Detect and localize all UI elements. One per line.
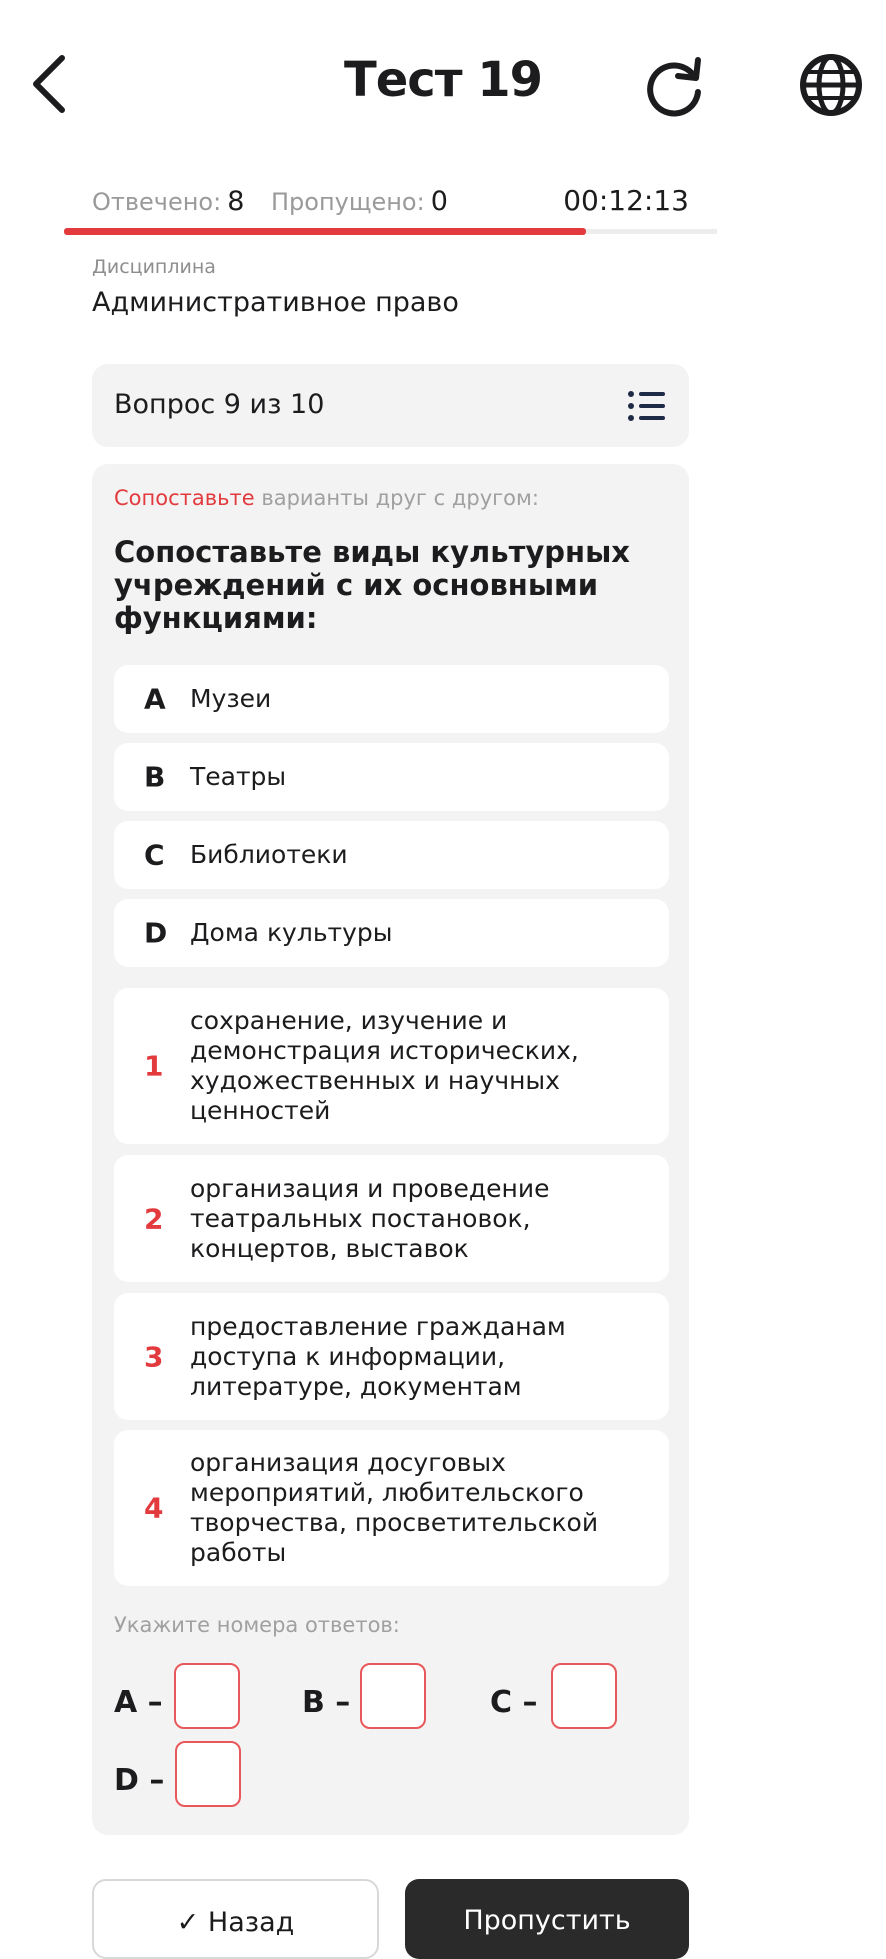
skip-button[interactable]: Пропустить	[405, 1879, 689, 1959]
item-key: B	[144, 760, 166, 794]
input-label: C –	[490, 1685, 538, 1720]
item-text: Музеи	[190, 684, 272, 713]
answer-number: 2	[144, 1202, 164, 1235]
answer-input-c: C –	[490, 1663, 617, 1729]
answered-stat: Отвечено: 8	[92, 186, 244, 217]
item-text: Театры	[190, 762, 287, 791]
skipped-label: Пропущено:	[271, 188, 425, 216]
answer-text: предоставление гражданам доступа к инфор…	[190, 1311, 566, 1401]
instruction-rest: варианты друг с другом:	[254, 486, 539, 510]
instruction: Сопоставьте варианты друг с другом:	[114, 486, 539, 510]
back-nav-button[interactable]: ✓ Назад	[92, 1879, 379, 1959]
item-text: Дома культуры	[190, 918, 393, 947]
question-list-button[interactable]	[627, 390, 667, 422]
answer-input-a: A –	[114, 1663, 240, 1729]
progress-fill	[64, 228, 586, 235]
skipped-count: 0	[430, 186, 448, 217]
answer-text: организация досуговых мероприятий, любит…	[190, 1448, 599, 1567]
answer-input-b: B –	[302, 1663, 426, 1729]
answered-label: Отвечено:	[92, 188, 222, 216]
back-nav-content: ✓ Назад	[94, 1907, 377, 1938]
check-icon: ✓	[176, 1907, 208, 1938]
input-label: B –	[302, 1685, 351, 1720]
item-d: D Дома культуры	[114, 899, 669, 967]
discipline-label: Дисциплина	[92, 256, 216, 278]
item-key: D	[144, 916, 168, 950]
question-counter: Вопрос 9 из 10	[114, 389, 325, 420]
answer-box-b[interactable]	[360, 1663, 426, 1729]
question-text: Сопоставьте виды культурных учреждений с…	[114, 535, 631, 635]
question-counter-card: Вопрос 9 из 10	[92, 364, 689, 447]
answer-box-c[interactable]	[551, 1663, 617, 1729]
input-label: A –	[114, 1685, 163, 1720]
answer-number: 1	[144, 1049, 164, 1083]
answer-input-d: D –	[114, 1741, 241, 1807]
answer-number: 3	[144, 1340, 164, 1373]
answer-text: сохранение, изучение и демонстрация исто…	[190, 1006, 579, 1125]
skipped-stat: Пропущено: 0	[271, 186, 448, 217]
answer-number: 4	[144, 1491, 164, 1525]
question-card: Сопоставьте варианты друг с другом: Сопо…	[92, 464, 689, 1835]
input-label: D –	[114, 1763, 165, 1798]
instruction-accent: Сопоставьте	[114, 486, 255, 510]
answer-3: 3 предоставление гражданам доступа к инф…	[114, 1293, 669, 1420]
item-key: A	[144, 682, 166, 716]
item-key: C	[144, 838, 165, 872]
answer-text: организация и проведение театральных пос…	[190, 1173, 550, 1263]
answer-hint: Укажите номера ответов:	[114, 1613, 400, 1637]
answer-box-a[interactable]	[174, 1663, 240, 1729]
language-button[interactable]	[798, 52, 864, 118]
globe-icon	[800, 54, 862, 116]
item-a: A Музеи	[114, 665, 669, 733]
refresh-icon	[647, 57, 701, 117]
page-title: Тест 19	[343, 52, 543, 108]
refresh-button[interactable]	[642, 54, 706, 118]
item-c: C Библиотеки	[114, 821, 669, 889]
item-text: Библиотеки	[190, 840, 348, 869]
back-nav-label: Назад	[207, 1907, 295, 1938]
timer: 00:12:13	[563, 184, 689, 217]
answer-4: 4 организация досуговых мероприятий, люб…	[114, 1430, 669, 1586]
list-icon	[628, 391, 665, 421]
skip-label: Пропустить	[463, 1905, 631, 1936]
answer-box-d[interactable]	[175, 1741, 241, 1807]
answer-1: 1 сохранение, изучение и демонстрация ис…	[114, 988, 669, 1144]
discipline-name: Административное право	[92, 287, 459, 318]
item-b: B Театры	[114, 743, 669, 811]
answer-2: 2 организация и проведение театральных п…	[114, 1155, 669, 1282]
answered-count: 8	[227, 186, 245, 217]
